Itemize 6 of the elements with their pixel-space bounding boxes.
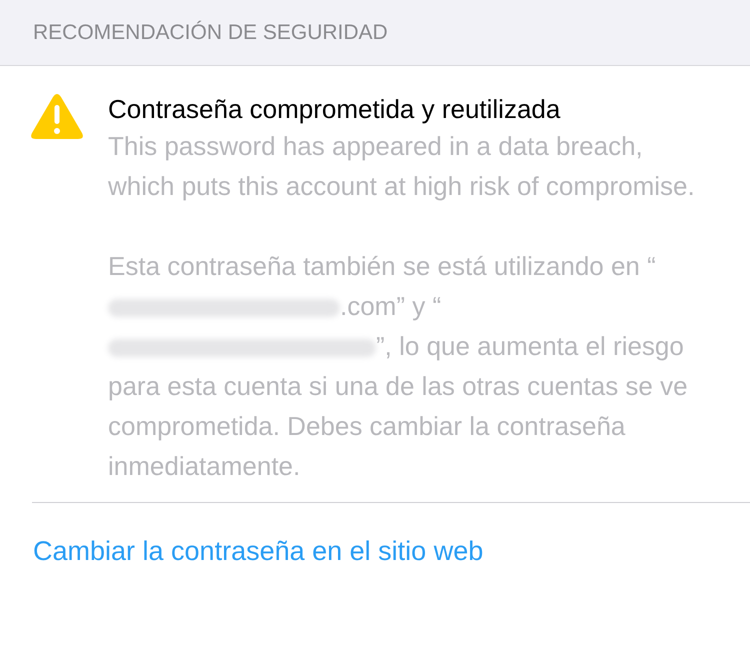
warning-description: This password has appeared in a data breach, which puts this account at high risk of compromise.: [108, 130, 696, 203]
warning-title: Contraseña comprometida y reutilizada: [108, 93, 562, 126]
warning-description: Esta contraseña también se está utilizando en “ .com” y “ ”, lo que aumenta el riesgo para esta cuenta si una de las otras cuentas se ve comprometida. Debes cambiar la contraseña inmediatamente.: [108, 250, 689, 483]
section-header: RECOMENDACIÓN DE SEGURIDAD: [0, 0, 750, 66]
warning-icon: [30, 93, 84, 141]
change-password-link[interactable]: Cambiar la contraseña en el sitio web: [33, 536, 484, 566]
